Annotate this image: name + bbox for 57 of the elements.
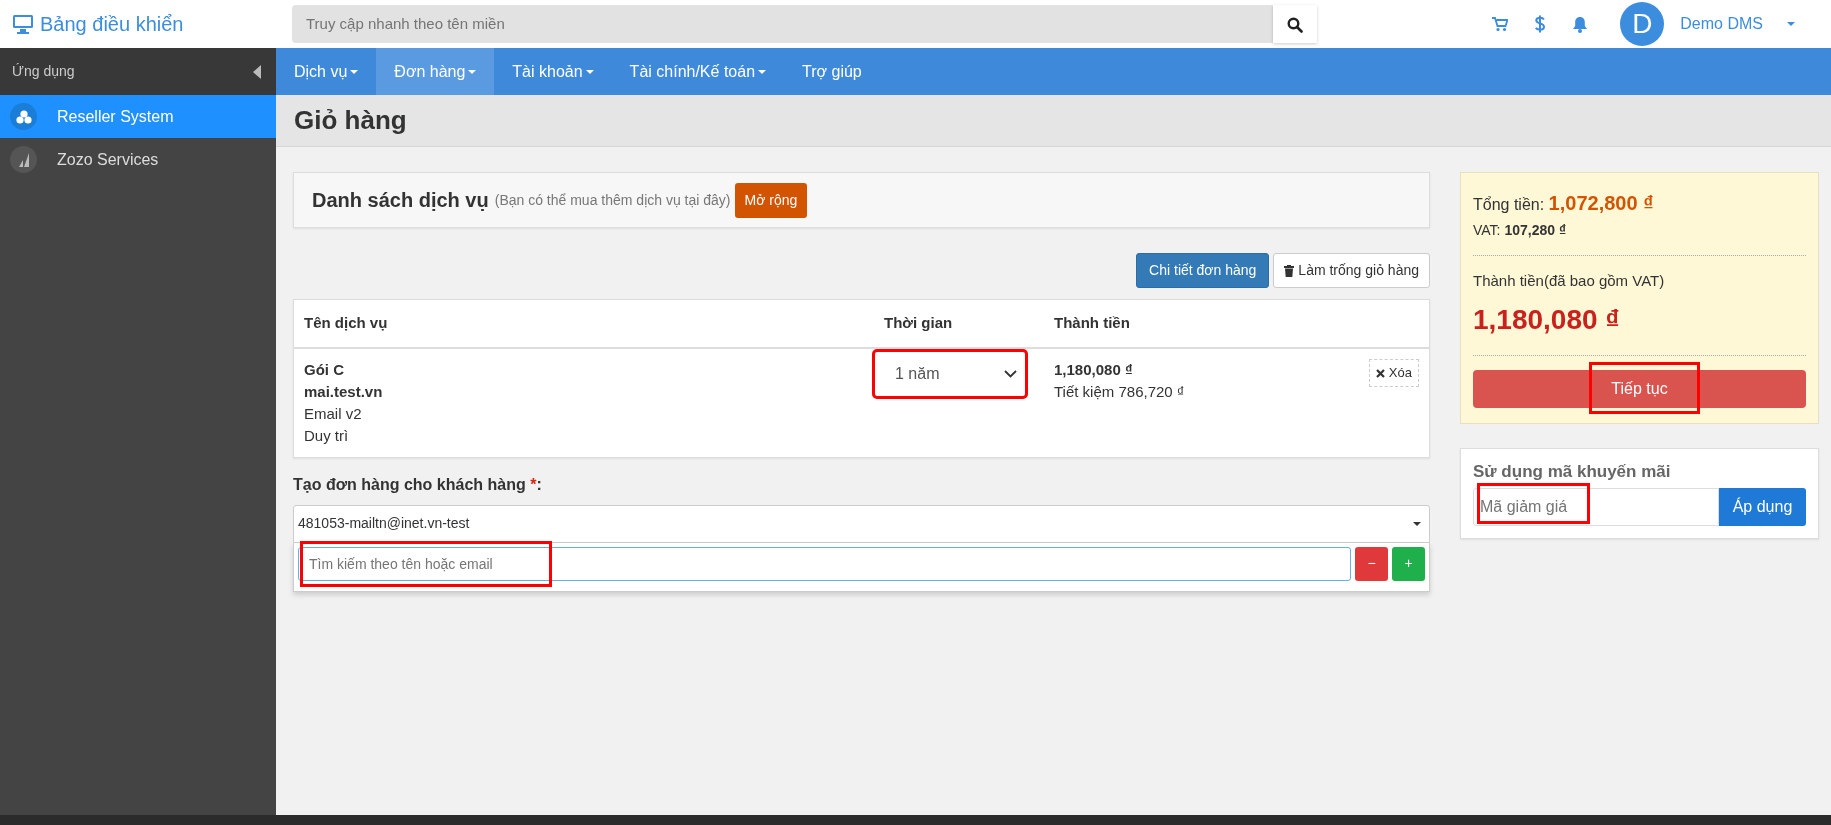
search-field[interactable]: Truy cập nhanh theo tên miền (292, 5, 1273, 43)
order-details-button[interactable]: Chi tiết đơn hàng (1136, 253, 1270, 288)
total-amount: 1,072,800 ₫ (1548, 192, 1654, 214)
customer-label: Tạo đơn hàng cho khách hàng *: (293, 474, 543, 495)
grand-total-label: Thành tiền(đã bao gồm VAT) (1473, 271, 1666, 291)
monitor-icon (12, 14, 34, 34)
customer-select[interactable]: 481053-mailtn@inet.vn-test (293, 504, 1430, 543)
menu-item[interactable]: Đơn hàng (376, 48, 495, 95)
user-menu[interactable]: Demo DMS (1680, 12, 1763, 36)
menu-item[interactable]: Dịch vụ (276, 48, 377, 95)
cluster-icon (15, 109, 32, 124)
dollar-icon[interactable] (1534, 15, 1547, 33)
service-detail: mai.test.vn (304, 381, 384, 402)
avatar[interactable]: D (1620, 2, 1665, 46)
vat-label: VAT: (1473, 222, 1502, 238)
continue-button[interactable]: Tiếp tục (1473, 369, 1806, 408)
menu-item[interactable]: Trợ giúp (784, 48, 880, 95)
page-title: Giỏ hàng (276, 95, 1831, 147)
cart-icon[interactable] (1492, 16, 1509, 32)
remove-button[interactable]: Xóa (1369, 358, 1419, 387)
search-icon (1287, 16, 1303, 33)
service-detail: Email v2 (304, 403, 363, 424)
saving-text: Tiết kiệm 786,720 ₫ (1054, 381, 1186, 402)
close-icon (1376, 368, 1386, 378)
caret-icon (1787, 22, 1795, 26)
card-note: (Bạn có thể mua thêm dịch vụ tại đây) (494, 190, 731, 210)
grand-total: 1,180,080 ₫ (1473, 302, 1621, 337)
menu-item[interactable]: Tài khoản (494, 48, 612, 95)
period-select[interactable]: 1 năm (874, 350, 1026, 397)
total-label: Tổng tiền: (1473, 196, 1546, 213)
column-header: Tên dịch vụ (294, 300, 874, 348)
bell-icon[interactable] (1572, 15, 1589, 33)
apply-button[interactable]: Áp dụng (1719, 488, 1806, 526)
empty-cart-button[interactable]: Làm trống giỏ hàng (1273, 253, 1430, 288)
price: 1,180,080 ₫ (1054, 359, 1134, 380)
trash-icon (1284, 264, 1295, 277)
expand-button[interactable]: Mở rộng (734, 182, 808, 218)
promo-title: Sử dụng mã khuyến mãi (1473, 460, 1672, 483)
collapse-icon[interactable] (253, 64, 262, 79)
service-detail: Gói C (304, 359, 345, 380)
customer-search-field[interactable]: Tìm kiếm theo tên hoặc email (298, 546, 1351, 581)
column-header: Thời gian (874, 300, 1044, 348)
service-detail: Duy trì (304, 425, 350, 446)
leaf-icon (17, 151, 30, 168)
search-button[interactable] (1273, 5, 1317, 43)
sidebar-header: Ứng dụng (12, 62, 75, 81)
sidebar-item[interactable]: Zozo Services (0, 138, 276, 181)
vat-amount: 107,280 ₫ (1504, 222, 1567, 238)
card-title: Danh sách dịch vụ (312, 188, 489, 213)
chevron-icon (1004, 369, 1017, 378)
menu-item[interactable]: Tài chính/Kế toán (611, 48, 785, 95)
column-header: Thành tiền (1044, 300, 1308, 348)
brand-title[interactable]: Bảng điều khiển (40, 9, 184, 39)
promo-code-field[interactable]: Mã giảm giá (1473, 488, 1719, 526)
sidebar-item[interactable]: Reseller System (0, 95, 276, 138)
add-customer-button[interactable]: + (1392, 546, 1425, 581)
remove-customer-button[interactable]: − (1355, 546, 1388, 581)
